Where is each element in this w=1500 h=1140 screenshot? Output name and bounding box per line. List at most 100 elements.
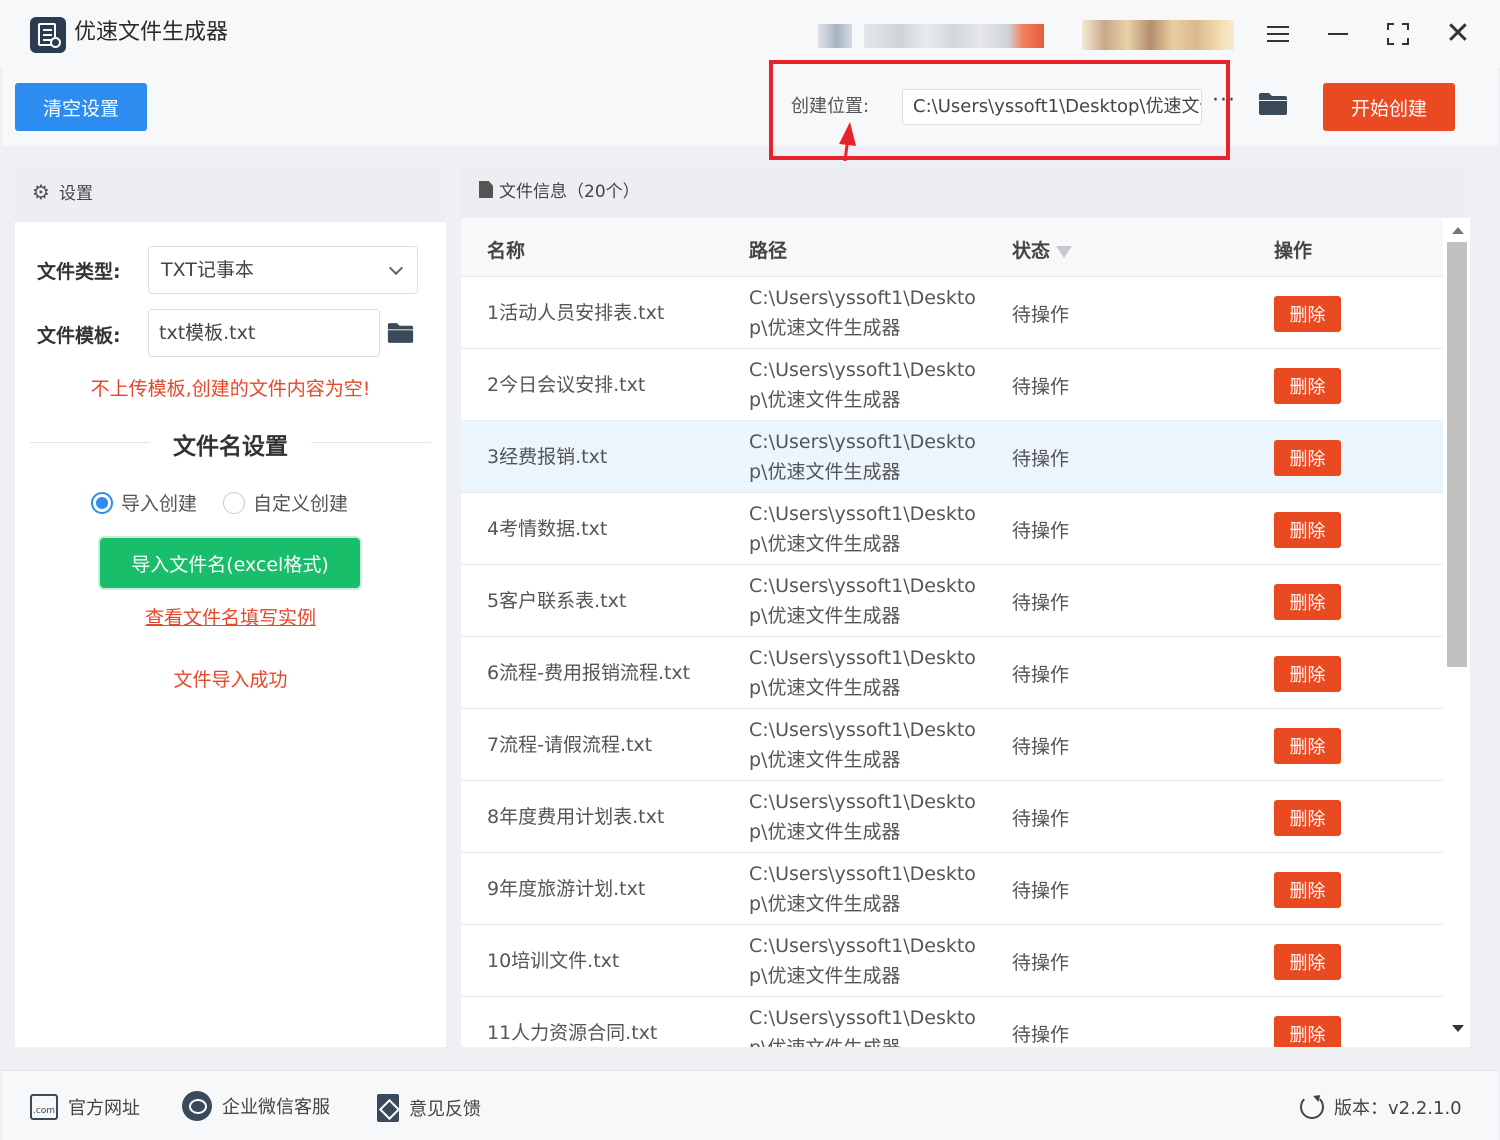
file-status-cell: 待操作 (1012, 807, 1070, 830)
table-row[interactable]: 11人力资源合同.txt C:\Users\yssoft1\Desktop\优速文… (461, 997, 1443, 1047)
document-icon (479, 181, 493, 198)
feedback-icon (377, 1094, 399, 1122)
column-status-label: 状态 (1012, 240, 1051, 262)
app-title: 优速文件生成器 (74, 20, 229, 45)
table-row[interactable]: 5客户联系表.txt C:\Users\yssoft1\Desktop\优速文件生… (461, 565, 1443, 637)
delete-button[interactable]: 删除 (1274, 728, 1341, 764)
file-type-value: TXT记事本 (161, 259, 254, 281)
template-input[interactable]: txt模板.txt (148, 309, 380, 357)
template-label: 文件模板: (37, 325, 121, 347)
chevron-down-icon (388, 260, 404, 276)
footer: .com 官方网址 企业微信客服 意见反馈 版本：v2.2.1.0 (2, 1070, 1498, 1140)
file-status-cell: 待操作 (1012, 951, 1070, 974)
table-row[interactable]: 9年度旅游计划.txt C:\Users\yssoft1\Desktop\优速文件… (461, 853, 1443, 925)
table-row[interactable]: 7流程-请假流程.txt C:\Users\yssoft1\Desktop\优速文… (461, 709, 1443, 781)
file-name-cell: 9年度旅游计划.txt (487, 878, 646, 900)
delete-button[interactable]: 删除 (1274, 800, 1341, 836)
table-header: 名称 路径 状态 操作 (461, 218, 1443, 277)
file-list-title: 文件信息（20个） (499, 182, 640, 202)
file-status-cell: 待操作 (1012, 303, 1070, 326)
radio-import-create[interactable]: 导入创建 (91, 489, 197, 516)
table-row[interactable]: 8年度费用计划表.txt C:\Users\yssoft1\Desktop\优速文… (461, 781, 1443, 853)
version-info[interactable]: 版本：v2.2.1.0 (1300, 1094, 1462, 1120)
file-name-cell: 3经费报销.txt (487, 446, 608, 468)
file-status-cell: 待操作 (1012, 591, 1070, 614)
file-list-header: 文件信息（20个） (461, 161, 1470, 218)
file-path-cell: C:\Users\yssoft1\Desktop\优速文件生成器 (749, 575, 976, 627)
wechat-label: 企业微信客服 (222, 1097, 330, 1118)
clear-settings-button[interactable]: 清空设置 (15, 83, 147, 131)
file-status-cell: 待操作 (1012, 1023, 1070, 1046)
file-path-cell: C:\Users\yssoft1\Desktop\优速文件生成器 (749, 359, 976, 411)
file-status-cell: 待操作 (1012, 663, 1070, 686)
delete-button[interactable]: 删除 (1274, 656, 1341, 692)
file-name-cell: 8年度费用计划表.txt (487, 806, 665, 828)
delete-button[interactable]: 删除 (1274, 296, 1341, 332)
file-name-cell: 4考情数据.txt (487, 518, 608, 540)
example-link[interactable]: 查看文件名填写实例 (15, 603, 446, 630)
table-row[interactable]: 2今日会议安排.txt C:\Users\yssoft1\Desktop\优速文件… (461, 349, 1443, 421)
file-type-select[interactable]: TXT记事本 (148, 246, 418, 294)
column-name: 名称 (487, 240, 526, 262)
column-action: 操作 (1274, 240, 1313, 262)
table-row[interactable]: 6流程-费用报销流程.txt C:\Users\yssoft1\Desktop\优… (461, 637, 1443, 709)
app-logo-icon (30, 17, 66, 53)
file-path-cell: C:\Users\yssoft1\Desktop\优速文件生成器 (749, 791, 976, 843)
website-link[interactable]: .com 官方网址 (30, 1094, 140, 1120)
delete-button[interactable]: 删除 (1274, 584, 1341, 620)
file-name-cell: 6流程-费用报销流程.txt (487, 662, 691, 684)
start-create-button[interactable]: 开始创建 (1323, 83, 1455, 131)
delete-button[interactable]: 删除 (1274, 368, 1341, 404)
file-path-cell: C:\Users\yssoft1\Desktop\优速文件生成器 (749, 935, 976, 987)
table-row[interactable]: 1活动人员安排表.txt C:\Users\yssoft1\Desktop\优速文… (461, 277, 1443, 349)
settings-header: ⚙ 设置 (15, 161, 446, 222)
file-status-cell: 待操作 (1012, 375, 1070, 398)
feedback-link[interactable]: 意见反馈 (377, 1094, 481, 1122)
scrollbar-thumb[interactable] (1447, 242, 1467, 667)
close-icon[interactable]: ✕ (1438, 14, 1478, 54)
radio-custom-create[interactable]: 自定义创建 (223, 489, 348, 516)
import-filenames-button[interactable]: 导入文件名(excel格式) (100, 538, 360, 588)
folder-icon[interactable] (1258, 92, 1288, 116)
file-path-cell: C:\Users\yssoft1\Desktop\优速文件生成器 (749, 863, 976, 915)
import-status-text: 文件导入成功 (173, 669, 288, 691)
file-path-cell: C:\Users\yssoft1\Desktop\优速文件生成器 (749, 287, 976, 339)
scroll-up-icon[interactable] (1452, 227, 1464, 234)
scroll-down-icon[interactable] (1452, 1025, 1464, 1032)
toolbar: 清空设置 创建位置: C:\Users\yssoft1\Desktop\优速文件… (2, 68, 1498, 146)
blurred-account-info (864, 24, 1044, 48)
file-path-cell: C:\Users\yssoft1\Desktop\优速文件生成器 (749, 1007, 976, 1047)
scrollbar[interactable] (1446, 225, 1468, 1045)
file-path-cell: C:\Users\yssoft1\Desktop\优速文件生成器 (749, 719, 976, 771)
file-name-cell: 11人力资源合同.txt (487, 1022, 658, 1044)
file-name-cell: 2今日会议安排.txt (487, 374, 646, 396)
folder-icon[interactable] (387, 322, 414, 344)
delete-button[interactable]: 删除 (1274, 944, 1341, 980)
file-path-cell: C:\Users\yssoft1\Desktop\优速文件生成器 (749, 647, 976, 699)
table-row[interactable]: 4考情数据.txt C:\Users\yssoft1\Desktop\优速文件生成… (461, 493, 1443, 565)
refresh-icon (1300, 1095, 1324, 1119)
file-name-cell: 1活动人员安排表.txt (487, 302, 665, 324)
file-name-cell: 7流程-请假流程.txt (487, 734, 653, 756)
blurred-user-badge (1082, 20, 1234, 50)
minimize-icon[interactable] (1318, 14, 1358, 54)
delete-button[interactable]: 删除 (1274, 1016, 1341, 1047)
wechat-icon (182, 1091, 212, 1121)
maximize-icon[interactable] (1378, 14, 1418, 54)
file-status-cell: 待操作 (1012, 519, 1070, 542)
website-icon: .com (30, 1094, 58, 1120)
column-status[interactable]: 状态 (1012, 236, 1073, 263)
table-row[interactable]: 10培训文件.txt C:\Users\yssoft1\Desktop\优速文件生… (461, 925, 1443, 997)
filter-icon[interactable] (1056, 245, 1073, 258)
blurred-avatar (818, 24, 852, 48)
delete-button[interactable]: 删除 (1274, 512, 1341, 548)
website-label: 官方网址 (68, 1098, 140, 1119)
table-row[interactable]: 3经费报销.txt C:\Users\yssoft1\Desktop\优速文件生成… (461, 421, 1443, 493)
wechat-support-link[interactable]: 企业微信客服 (182, 1091, 330, 1121)
file-name-cell: 5客户联系表.txt (487, 590, 627, 612)
delete-button[interactable]: 删除 (1274, 872, 1341, 908)
menu-icon[interactable] (1258, 14, 1298, 54)
feedback-label: 意见反馈 (409, 1099, 481, 1120)
delete-button[interactable]: 删除 (1274, 440, 1341, 476)
radio-unchecked-icon (223, 491, 245, 514)
